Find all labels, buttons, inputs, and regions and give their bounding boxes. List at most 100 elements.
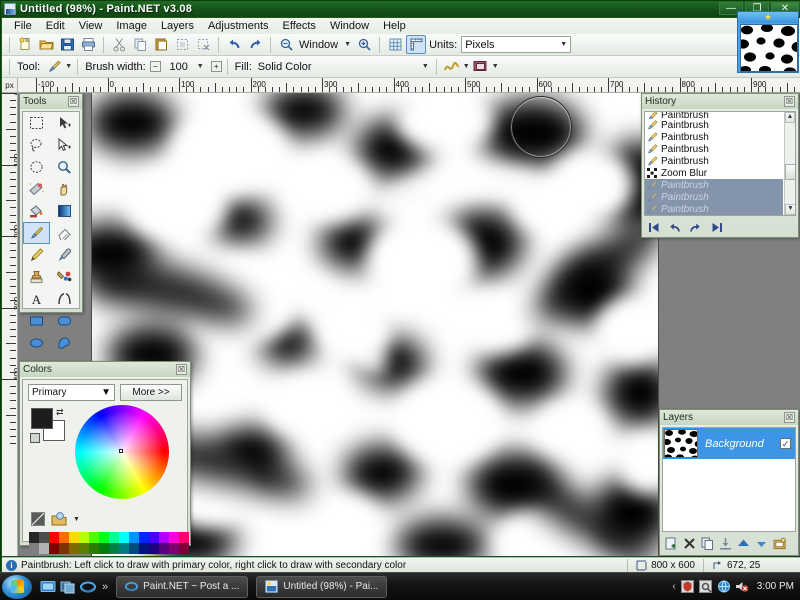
paint-bucket-tool[interactable] bbox=[23, 200, 50, 222]
save-icon[interactable] bbox=[57, 35, 77, 54]
history-entry[interactable]: Paintbrush bbox=[645, 119, 783, 131]
chevron-down-icon[interactable]: ▼ bbox=[197, 63, 204, 70]
line-curve-tool[interactable] bbox=[51, 288, 78, 310]
ruler-unit-corner[interactable]: px bbox=[2, 78, 18, 93]
palette-swatch[interactable] bbox=[139, 543, 149, 554]
palette-swatch[interactable] bbox=[29, 543, 39, 554]
brush-width-decrease-button[interactable]: − bbox=[149, 61, 161, 72]
move-selection-tool[interactable] bbox=[51, 134, 78, 156]
layers-palette[interactable]: Layers ☒ Background ✓ bbox=[659, 409, 799, 556]
history-palette-titlebar[interactable]: History ☒ bbox=[642, 94, 798, 109]
horizontal-ruler[interactable]: -100 0 100 200 300 400 500 600 700 800 900 bbox=[18, 78, 800, 93]
menu-image[interactable]: Image bbox=[109, 19, 154, 33]
delete-layer-button[interactable] bbox=[682, 536, 697, 551]
volume-tray-icon[interactable] bbox=[735, 580, 749, 593]
transparency-icon[interactable] bbox=[31, 512, 45, 526]
close-icon[interactable]: ☒ bbox=[784, 96, 795, 107]
palette-swatch[interactable] bbox=[69, 543, 79, 554]
palette-swatch[interactable] bbox=[39, 543, 49, 554]
close-icon[interactable]: ☒ bbox=[784, 412, 795, 423]
blend-mode-icon[interactable] bbox=[471, 57, 491, 76]
layer-properties-button[interactable] bbox=[772, 536, 787, 551]
duplicate-layer-button[interactable] bbox=[700, 536, 715, 551]
new-icon[interactable] bbox=[15, 35, 35, 54]
color-mode-dropdown[interactable]: Primary ▼ bbox=[28, 384, 115, 401]
copy-icon[interactable] bbox=[130, 35, 150, 54]
history-entry[interactable]: Paintbrush bbox=[645, 155, 783, 167]
eraser-tool[interactable] bbox=[51, 222, 78, 244]
move-layer-down-button[interactable] bbox=[754, 536, 769, 551]
lasso-select-tool[interactable] bbox=[23, 134, 50, 156]
internet-explorer-icon[interactable] bbox=[80, 579, 96, 595]
zoom-in-icon[interactable] bbox=[354, 35, 374, 54]
taskbar-item-paintnet[interactable]: Untitled (98%) - Pai... bbox=[256, 575, 388, 598]
menu-edit[interactable]: Edit bbox=[39, 19, 72, 33]
history-entry[interactable]: Paintbrush bbox=[645, 191, 783, 203]
history-entry[interactable]: Paintbrush bbox=[645, 143, 783, 155]
zoom-level-combo[interactable]: Window ▼ bbox=[297, 36, 353, 53]
palette-swatch[interactable] bbox=[29, 532, 39, 543]
palette-swatch[interactable] bbox=[179, 532, 189, 543]
redo-button[interactable] bbox=[688, 220, 703, 234]
paintbrush-tool[interactable] bbox=[23, 222, 50, 244]
layer-list[interactable]: Background ✓ bbox=[662, 427, 796, 532]
pencil-tool[interactable] bbox=[23, 244, 50, 266]
palette-swatch[interactable] bbox=[39, 532, 49, 543]
history-scrollbar[interactable]: ▲ ▼ bbox=[784, 112, 795, 215]
quicklaunch-overflow-icon[interactable]: » bbox=[102, 581, 108, 593]
undo-button[interactable] bbox=[667, 220, 682, 234]
magic-wand-tool[interactable] bbox=[23, 178, 50, 200]
crop-to-selection-icon[interactable] bbox=[172, 35, 192, 54]
navigator-window[interactable]: ★ bbox=[737, 11, 799, 73]
zoom-tool[interactable] bbox=[51, 156, 78, 178]
show-desktop-icon[interactable] bbox=[40, 579, 56, 595]
palette-swatch[interactable] bbox=[99, 543, 109, 554]
cut-icon[interactable] bbox=[109, 35, 129, 54]
paintbrush-icon[interactable] bbox=[44, 57, 64, 76]
zoom-out-icon[interactable] bbox=[276, 35, 296, 54]
history-entry[interactable]: Paintbrush bbox=[645, 179, 783, 191]
move-layer-up-button[interactable] bbox=[736, 536, 751, 551]
layers-palette-titlebar[interactable]: Layers ☒ bbox=[660, 410, 798, 425]
freeform-shape-tool[interactable] bbox=[51, 332, 78, 354]
palette-swatch[interactable] bbox=[139, 532, 149, 543]
clone-stamp-tool[interactable] bbox=[23, 266, 50, 288]
ellipse-select-tool[interactable] bbox=[23, 156, 50, 178]
palette-swatch[interactable] bbox=[129, 543, 139, 554]
paste-icon[interactable] bbox=[151, 35, 171, 54]
settings-tray-icon[interactable] bbox=[698, 580, 712, 593]
palette-swatch[interactable] bbox=[149, 532, 159, 543]
scroll-down-icon[interactable]: ▼ bbox=[785, 204, 795, 215]
undo-icon[interactable] bbox=[224, 35, 244, 54]
title-bar[interactable]: Untitled (98%) - Paint.NET v3.08 — ❐ ✕ bbox=[1, 1, 800, 17]
deselect-all-icon[interactable] bbox=[193, 35, 213, 54]
merge-layer-down-button[interactable] bbox=[718, 536, 733, 551]
palette-swatch[interactable] bbox=[159, 532, 169, 543]
color-picker-tool[interactable] bbox=[51, 244, 78, 266]
menu-window[interactable]: Window bbox=[323, 19, 376, 33]
redo-icon[interactable] bbox=[245, 35, 265, 54]
history-entry[interactable]: Paintbrush bbox=[645, 131, 783, 143]
history-list[interactable]: Paintbrush Paintbrush Paintbrush Paintbrush… bbox=[644, 111, 796, 216]
color-palette-strip[interactable] bbox=[29, 532, 189, 554]
print-icon[interactable] bbox=[78, 35, 98, 54]
palette-file-icon[interactable] bbox=[51, 512, 67, 526]
menu-view[interactable]: View bbox=[72, 19, 110, 33]
color-wheel-selector[interactable] bbox=[119, 449, 123, 453]
security-tray-icon[interactable] bbox=[680, 580, 694, 593]
palette-row-2[interactable] bbox=[29, 543, 189, 554]
rounded-rectangle-tool[interactable] bbox=[51, 310, 78, 332]
colors-palette-titlebar[interactable]: Colors ☒ bbox=[20, 362, 190, 377]
palette-row-1[interactable] bbox=[29, 532, 189, 543]
palette-swatch[interactable] bbox=[119, 532, 129, 543]
palette-swatch[interactable] bbox=[49, 532, 59, 543]
pan-tool[interactable] bbox=[51, 178, 78, 200]
history-entry[interactable]: Zoom Blur bbox=[645, 167, 783, 179]
primary-color-swatch[interactable] bbox=[31, 408, 53, 429]
flip-3d-icon[interactable] bbox=[60, 579, 76, 595]
taskbar-clock[interactable]: 3:00 PM bbox=[753, 581, 794, 592]
palette-swatch[interactable] bbox=[109, 532, 119, 543]
layer-visibility-checkbox[interactable]: ✓ bbox=[780, 438, 791, 449]
fill-combo[interactable]: Solid Color ▼ bbox=[256, 58, 431, 75]
recolor-tool[interactable] bbox=[51, 266, 78, 288]
